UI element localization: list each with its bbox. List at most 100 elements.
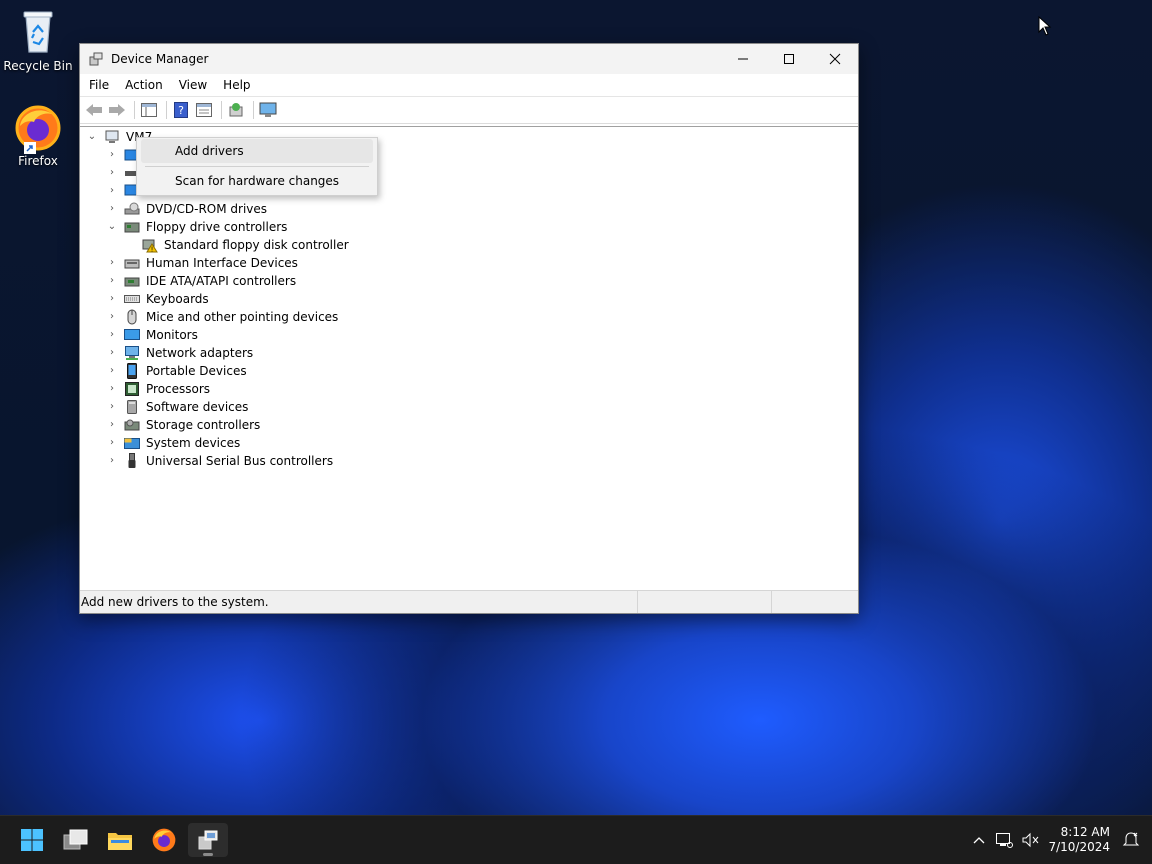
firefox-taskbar-button[interactable] — [144, 823, 184, 857]
storage-controller-icon — [124, 419, 140, 431]
properties-button[interactable] — [194, 101, 214, 119]
notifications-button[interactable] — [1122, 830, 1142, 850]
mouse-cursor-icon — [1038, 16, 1052, 36]
chevron-down-icon[interactable]: ⌄ — [106, 218, 118, 236]
network-adapter-icon — [125, 346, 139, 360]
toolbar-separator — [134, 101, 135, 119]
network-icon — [996, 833, 1013, 848]
tree-item-mice[interactable]: › Mice and other pointing devices — [106, 308, 338, 326]
tree-item-software-devices[interactable]: › Software devices — [106, 398, 248, 416]
chevron-right-icon[interactable]: › — [106, 380, 118, 398]
svg-text:?: ? — [178, 104, 184, 117]
chevron-right-icon[interactable]: › — [106, 434, 118, 452]
action-context-menu: Add drivers Scan for hardware changes — [136, 137, 378, 196]
tree-item-label: Network adapters — [146, 346, 254, 360]
tree-item-storage-controllers[interactable]: › Storage controllers — [106, 416, 260, 434]
device-manager-icon — [198, 830, 218, 850]
tree-item-dvd-cdrom[interactable]: › DVD/CD-ROM drives — [106, 200, 267, 218]
tree-item-network-adapters[interactable]: › Network adapters — [106, 344, 253, 362]
chevron-right-icon[interactable]: › — [106, 254, 118, 272]
status-bar: Add new drivers to the system. — [80, 590, 858, 613]
task-view-button[interactable] — [56, 823, 96, 857]
chevron-right-icon[interactable]: › — [106, 308, 118, 326]
chevron-right-icon[interactable]: › — [106, 272, 118, 290]
taskbar: 8:12 AM 7/10/2024 — [0, 815, 1152, 864]
menu-view[interactable]: View — [170, 78, 214, 92]
back-button[interactable] — [84, 101, 104, 119]
floppy-controller-icon — [124, 222, 140, 233]
tree-item-keyboards[interactable]: › Keyboards — [106, 290, 209, 308]
minimize-button[interactable] — [720, 44, 766, 74]
tree-item-label: Storage controllers — [146, 418, 261, 432]
volume-button[interactable] — [1018, 832, 1044, 848]
toolbar-separator — [221, 101, 222, 119]
firefox-icon — [14, 104, 62, 154]
tree-item-label: Keyboards — [146, 292, 209, 306]
close-button[interactable] — [812, 44, 858, 74]
chevron-right-icon[interactable]: › — [106, 290, 118, 308]
menu-separator — [145, 166, 369, 167]
properties-icon — [196, 103, 212, 117]
tree-item-monitors[interactable]: › Monitors — [106, 326, 198, 344]
network-status-button[interactable] — [990, 832, 1018, 848]
recycle-bin-label: Recycle Bin — [3, 59, 73, 73]
status-section-3 — [772, 591, 856, 613]
taskbar-clock[interactable]: 8:12 AM 7/10/2024 — [1048, 825, 1110, 855]
help-button[interactable]: ? — [171, 101, 191, 119]
tree-item-hid[interactable]: › Human Interface Devices — [106, 254, 298, 272]
menu-help[interactable]: Help — [214, 78, 257, 92]
tree-item-label: Processors — [146, 382, 211, 396]
forward-button[interactable] — [107, 101, 127, 119]
hid-icon — [124, 259, 140, 269]
processor-icon — [125, 382, 139, 396]
toolbar-separator — [253, 101, 254, 119]
file-explorer-button[interactable] — [100, 823, 140, 857]
tree-item-portable-devices[interactable]: › Portable Devices — [106, 362, 247, 380]
scan-hardware-button[interactable] — [258, 101, 278, 119]
tree-item-system-devices[interactable]: › System devices — [106, 434, 240, 452]
desktop-icon-firefox[interactable]: Firefox — [2, 104, 74, 168]
chevron-right-icon[interactable]: › — [106, 182, 118, 200]
tree-item-processors[interactable]: › Processors — [106, 380, 210, 398]
maximize-button[interactable] — [766, 44, 812, 74]
update-driver-button[interactable] — [226, 101, 246, 119]
chevron-right-icon[interactable]: › — [106, 326, 118, 344]
chevron-right-icon[interactable]: › — [106, 398, 118, 416]
chevron-right-icon[interactable]: › — [106, 164, 118, 182]
chevron-right-icon[interactable]: › — [106, 416, 118, 434]
tree-item-label: System devices — [146, 436, 241, 450]
mouse-icon — [127, 309, 137, 325]
chevron-down-icon[interactable]: ⌄ — [86, 128, 98, 146]
title-bar[interactable]: Device Manager — [80, 44, 858, 74]
update-driver-icon — [229, 103, 243, 117]
system-devices-icon — [124, 438, 140, 449]
monitor-scan-icon — [259, 102, 277, 117]
status-section-2 — [638, 591, 772, 613]
menu-item-add-drivers[interactable]: Add drivers — [141, 139, 373, 163]
tree-item-standard-floppy-controller[interactable]: ! Standard floppy disk controller — [142, 236, 349, 254]
tree-item-usb-controllers[interactable]: › Universal Serial Bus controllers — [106, 452, 333, 470]
tree-item-label: IDE ATA/ATAPI controllers — [146, 274, 297, 288]
menu-action[interactable]: Action — [116, 78, 170, 92]
menu-bar: File Action View Help — [80, 74, 858, 97]
menu-item-scan-hardware[interactable]: Scan for hardware changes — [141, 169, 373, 193]
menu-file[interactable]: File — [80, 78, 116, 92]
chevron-right-icon[interactable]: › — [106, 146, 118, 164]
tree-item-floppy-controllers[interactable]: ⌄ Floppy drive controllers — [106, 218, 288, 236]
desktop-icon-recycle-bin[interactable]: Recycle Bin — [2, 8, 74, 73]
tree-item-ide-ata[interactable]: › IDE ATA/ATAPI controllers — [106, 272, 296, 290]
firefox-icon — [152, 828, 176, 852]
help-icon: ? — [174, 102, 188, 118]
chevron-right-icon[interactable]: › — [106, 452, 118, 470]
chevron-right-icon[interactable]: › — [106, 344, 118, 362]
tree-item-label: Software devices — [146, 400, 249, 414]
show-hide-console-tree-button[interactable] — [139, 101, 159, 119]
start-button[interactable] — [12, 823, 52, 857]
chevron-right-icon[interactable]: › — [106, 200, 118, 218]
chevron-right-icon[interactable]: › — [106, 362, 118, 380]
device-manager-taskbar-button[interactable] — [188, 823, 228, 857]
show-hidden-icons-button[interactable] — [968, 836, 990, 844]
speaker-muted-icon — [1022, 832, 1039, 848]
forward-arrow-icon — [109, 104, 125, 116]
portable-device-icon — [127, 363, 137, 379]
